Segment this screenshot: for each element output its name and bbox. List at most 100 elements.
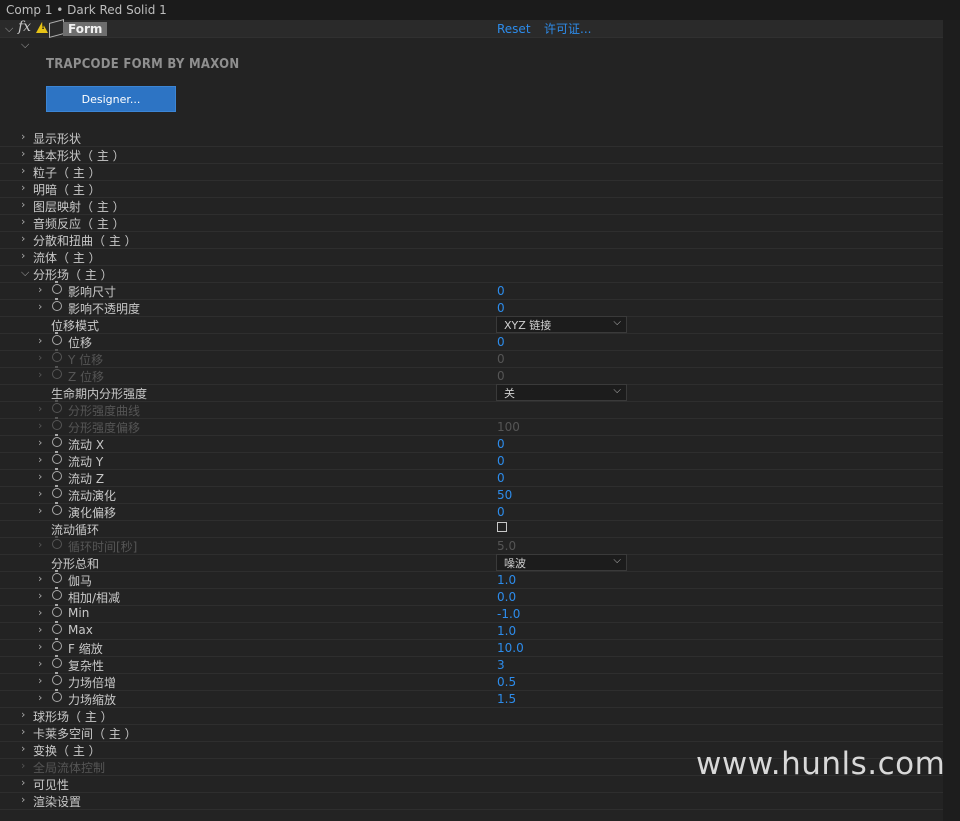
chevron-right-icon[interactable]: › <box>21 759 25 772</box>
chevron-right-icon[interactable]: › <box>21 215 25 228</box>
group-row[interactable]: › 图层映射（ 主 ） <box>0 197 943 215</box>
chevron-right-icon[interactable]: › <box>38 436 42 449</box>
stopwatch-icon[interactable] <box>52 655 62 668</box>
chevron-right-icon[interactable]: › <box>38 538 42 551</box>
param-value[interactable]: 0 <box>497 505 505 519</box>
param-row[interactable]: › 复杂性 3 <box>0 655 943 674</box>
param-row[interactable]: › 相加/相减 0.0 <box>0 587 943 606</box>
group-row[interactable]: › 分散和扭曲（ 主 ） <box>0 231 943 249</box>
stopwatch-icon[interactable] <box>52 485 62 498</box>
param-row[interactable]: › 伽马 1.0 <box>0 570 943 589</box>
group-row[interactable]: › 粒子（ 主 ） <box>0 163 943 181</box>
param-row[interactable]: › 力场缩放 1.5 <box>0 689 943 708</box>
chevron-right-icon[interactable]: › <box>38 300 42 313</box>
stopwatch-icon[interactable] <box>52 672 62 685</box>
param-value[interactable]: 3 <box>497 658 505 672</box>
chevron-right-icon[interactable]: › <box>38 504 42 517</box>
scrollbar[interactable] <box>943 20 960 821</box>
chevron-right-icon[interactable]: › <box>38 674 42 687</box>
stopwatch-icon[interactable] <box>52 451 62 464</box>
chevron-right-icon[interactable]: › <box>38 334 42 347</box>
param-value[interactable]: 0.5 <box>497 675 516 689</box>
group-row[interactable]: › 音频反应（ 主 ） <box>0 214 943 232</box>
chevron-down-icon[interactable]: ⌵ <box>5 22 13 36</box>
stopwatch-icon[interactable] <box>52 570 62 583</box>
param-row[interactable]: › 分形强度曲线 <box>0 400 943 419</box>
param-row[interactable]: › F 缩放 10.0 <box>0 638 943 657</box>
param-row[interactable]: › 流动 Z 0 <box>0 468 943 487</box>
param-value[interactable]: 0 <box>497 335 505 349</box>
reset-link[interactable]: Reset <box>497 22 531 36</box>
stopwatch-icon[interactable] <box>52 417 62 430</box>
param-dropdown[interactable]: XYZ 链接 ⌵ <box>496 316 627 333</box>
param-row[interactable]: › 影响尺寸 0 <box>0 281 943 300</box>
chevron-right-icon[interactable]: › <box>38 657 42 670</box>
chevron-right-icon[interactable]: › <box>21 708 25 721</box>
loop-checkbox[interactable] <box>497 522 507 532</box>
param-value[interactable]: -1.0 <box>497 607 520 621</box>
param-row[interactable]: › 流动演化 50 <box>0 485 943 504</box>
param-value[interactable]: 50 <box>497 488 512 502</box>
param-value[interactable]: 1.0 <box>497 573 516 587</box>
chevron-right-icon[interactable]: › <box>38 589 42 602</box>
chevron-right-icon[interactable]: › <box>21 181 25 194</box>
stopwatch-icon[interactable] <box>52 298 62 311</box>
chevron-right-icon[interactable]: › <box>38 402 42 415</box>
chevron-right-icon[interactable]: › <box>38 623 42 636</box>
param-row[interactable]: › 演化偏移 0 <box>0 502 943 521</box>
param-row[interactable]: › 力场倍增 0.5 <box>0 672 943 691</box>
param-dropdown[interactable]: 噪波 ⌵ <box>496 554 627 571</box>
chevron-right-icon[interactable]: › <box>38 606 42 619</box>
param-row[interactable]: 流动循环 <box>0 520 943 538</box>
param-value[interactable]: 0 <box>497 437 505 451</box>
param-row[interactable]: › Y 位移 0 <box>0 349 943 368</box>
chevron-right-icon[interactable]: › <box>21 725 25 738</box>
stopwatch-icon[interactable] <box>52 536 62 549</box>
param-row[interactable]: 生命期内分形强度关 ⌵ <box>0 384 943 402</box>
group-row[interactable]: › 流体（ 主 ） <box>0 248 943 266</box>
param-value[interactable]: 1.0 <box>497 624 516 638</box>
chevron-right-icon[interactable]: › <box>38 572 42 585</box>
chevron-right-icon[interactable]: › <box>38 691 42 704</box>
param-value[interactable]: 0 <box>497 284 505 298</box>
group-row[interactable]: › 显示形状 <box>0 129 943 147</box>
chevron-down-icon[interactable]: ⌵ <box>21 38 29 52</box>
param-row[interactable]: › 流动 X 0 <box>0 434 943 453</box>
stopwatch-icon[interactable] <box>52 349 62 362</box>
stopwatch-icon[interactable] <box>52 281 62 294</box>
license-link[interactable]: 许可证... <box>544 20 591 37</box>
group-row[interactable]: › 卡莱多空间（ 主 ） <box>0 724 943 742</box>
chevron-right-icon[interactable]: › <box>21 198 25 211</box>
chevron-right-icon[interactable]: › <box>38 283 42 296</box>
stopwatch-icon[interactable] <box>52 332 62 345</box>
chevron-right-icon[interactable]: › <box>21 130 25 143</box>
param-value[interactable]: 0.0 <box>497 590 516 604</box>
chevron-right-icon[interactable]: › <box>21 793 25 806</box>
stopwatch-icon[interactable] <box>52 638 62 651</box>
stopwatch-icon[interactable] <box>52 468 62 481</box>
chevron-right-icon[interactable]: › <box>21 249 25 262</box>
param-row[interactable]: › Min -1.0 <box>0 604 943 623</box>
param-row[interactable]: › 位移 0 <box>0 332 943 351</box>
param-row[interactable]: 分形总和 噪波 ⌵ <box>0 554 943 572</box>
chevron-right-icon[interactable]: › <box>38 640 42 653</box>
chevron-right-icon[interactable]: › <box>21 147 25 160</box>
chevron-right-icon[interactable]: › <box>38 470 42 483</box>
param-row[interactable]: › 流动 Y 0 <box>0 451 943 470</box>
group-row[interactable]: ⌵ 分形场（ 主 ） <box>0 265 943 283</box>
stopwatch-icon[interactable] <box>52 604 62 617</box>
stopwatch-icon[interactable] <box>52 502 62 515</box>
stopwatch-icon[interactable] <box>52 587 62 600</box>
param-value[interactable]: 1.5 <box>497 692 516 706</box>
param-value[interactable]: 0 <box>497 301 505 315</box>
param-dropdown[interactable]: 关 ⌵ <box>496 384 627 401</box>
chevron-right-icon[interactable]: › <box>38 453 42 466</box>
designer-button[interactable]: Designer... <box>46 86 176 112</box>
stopwatch-icon[interactable] <box>52 689 62 702</box>
chevron-right-icon[interactable]: › <box>38 368 42 381</box>
chevron-right-icon[interactable]: › <box>21 164 25 177</box>
stopwatch-icon[interactable] <box>52 366 62 379</box>
chevron-right-icon[interactable]: › <box>38 351 42 364</box>
chevron-right-icon[interactable]: › <box>21 776 25 789</box>
chevron-right-icon[interactable]: › <box>21 742 25 755</box>
